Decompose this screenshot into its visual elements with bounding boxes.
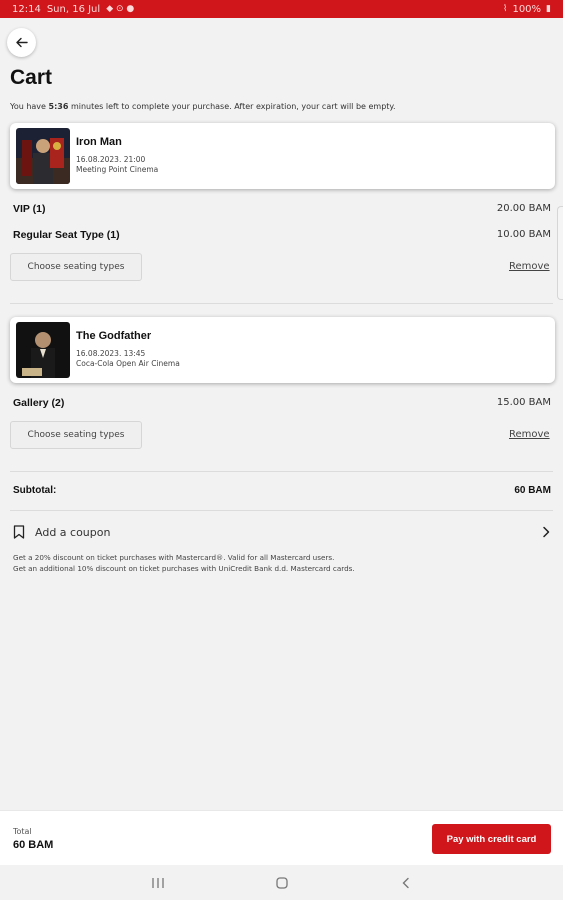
seat-type: Regular Seat Type (1)	[13, 229, 120, 241]
divider	[10, 471, 553, 472]
system-nav-bar	[0, 865, 563, 900]
add-coupon-row[interactable]: Add a coupon	[13, 522, 551, 542]
chevron-right-icon	[541, 526, 551, 538]
movie-card[interactable]: Iron Man 16.08.2023. 21:00 Meeting Point…	[10, 123, 555, 189]
promo-text: Get a 20% discount on ticket purchases w…	[13, 553, 335, 562]
battery-level: 100%	[512, 3, 542, 15]
pay-with-credit-card-button[interactable]: Pay with credit card	[432, 824, 551, 854]
bookmark-icon	[13, 525, 25, 539]
divider	[10, 510, 553, 511]
total-value: 60 BAM	[13, 839, 54, 851]
scrollbar[interactable]	[557, 206, 563, 300]
seat-line: Regular Seat Type (1) 10.00 BAM	[13, 229, 551, 241]
choose-seating-button[interactable]: Choose seating types	[10, 421, 142, 449]
total-label: Total	[13, 827, 32, 836]
arrow-left-icon	[16, 37, 28, 48]
status-time: 12:14	[12, 3, 41, 15]
cart-timer-note: You have 5:36 minutes left to complete y…	[10, 102, 396, 111]
back-button[interactable]	[7, 28, 36, 57]
movie-datetime: 16.08.2023. 13:45	[76, 349, 146, 358]
seat-price: 20.00 BAM	[496, 203, 551, 214]
battery-icon: ▮	[546, 4, 551, 14]
seat-price: 10.00 BAM	[496, 229, 551, 240]
nav-back-icon[interactable]	[396, 874, 416, 892]
seat-type: VIP (1)	[13, 203, 46, 215]
status-bar: 12:14 Sun, 16 Jul ◆ ⊙ ● ⌇ 100% ▮	[0, 0, 563, 18]
movie-venue: Coca-Cola Open Air Cinema	[76, 359, 180, 368]
seat-type: Gallery (2)	[13, 397, 65, 409]
subtotal-value: 60 BAM	[514, 485, 551, 496]
divider	[10, 303, 553, 304]
remove-link[interactable]: Remove	[509, 261, 550, 272]
remove-link[interactable]: Remove	[509, 429, 550, 440]
add-coupon-label: Add a coupon	[35, 525, 111, 539]
notification-icon: ◆ ⊙ ●	[106, 4, 135, 14]
status-date: Sun, 16 Jul	[46, 3, 101, 15]
seat-price: 15.00 BAM	[496, 397, 551, 408]
movie-title: Iron Man	[76, 136, 122, 148]
seat-line: VIP (1) 20.00 BAM	[13, 203, 551, 215]
movie-poster	[16, 322, 70, 378]
subtotal-row: Subtotal: 60 BAM	[13, 485, 551, 496]
movie-venue: Meeting Point Cinema	[76, 165, 159, 174]
wifi-icon: ⌇	[503, 4, 508, 14]
movie-poster	[16, 128, 70, 184]
home-icon[interactable]	[272, 874, 292, 892]
movie-card[interactable]: The Godfather 16.08.2023. 13:45 Coca-Col…	[10, 317, 555, 383]
promo-text: Get an additional 10% discount on ticket…	[13, 564, 355, 573]
choose-seating-button[interactable]: Choose seating types	[10, 253, 142, 281]
movie-title: The Godfather	[76, 330, 152, 342]
page-title: Cart	[10, 66, 53, 89]
checkout-footer: Total 60 BAM Pay with credit card	[0, 810, 563, 865]
subtotal-label: Subtotal:	[13, 485, 57, 496]
recents-icon[interactable]	[148, 874, 168, 892]
seat-line: Gallery (2) 15.00 BAM	[13, 397, 551, 409]
movie-datetime: 16.08.2023. 21:00	[76, 155, 146, 164]
timer-value: 5:36	[48, 102, 69, 111]
